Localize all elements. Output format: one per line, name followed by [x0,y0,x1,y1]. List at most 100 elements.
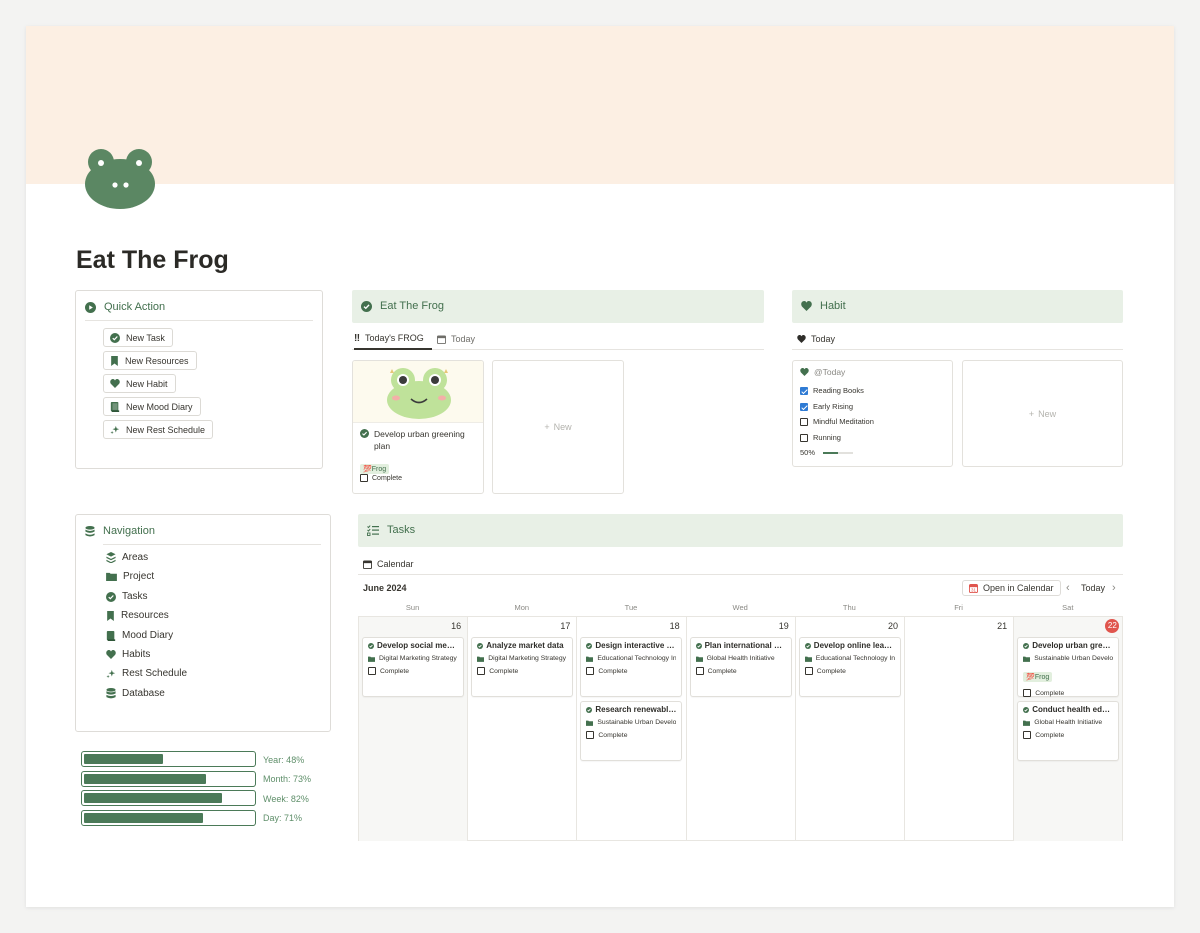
habit-progress-fill [823,451,839,454]
next-week-icon[interactable]: › [1112,582,1116,594]
nav-item-tasks[interactable]: Tasks [106,591,148,602]
tab-habit-today[interactable]: Today [797,328,835,350]
tab-habit-today-label: Today [811,334,836,344]
new-habit-label: New Habit [126,378,168,389]
folder-icon [1023,720,1031,726]
checkbox-checked[interactable] [800,386,808,395]
new-resources-button[interactable]: New Resources [103,351,197,370]
heart-icon [110,379,120,388]
tab-todays-frog[interactable]: ‼ Today's FROG [354,328,432,350]
navigation-title: Navigation [103,525,155,537]
tasks-section-header: Tasks [358,514,1123,547]
complete-checkbox[interactable] [1023,689,1032,697]
calendar-event-card[interactable]: Research renewable energy Sustainable Urb… [580,701,683,761]
open-in-calendar-button[interactable]: 31 Open in Calendar [962,580,1061,596]
calendar-day-cell[interactable]: 21 [905,617,1015,841]
habit-today-card[interactable]: @Today Reading Books Early Rising Mindfu… [792,360,953,467]
calendar-event-card[interactable]: Develop urban greening plan Sustainable U… [1017,637,1120,697]
calendar-event-card[interactable]: Develop social media ad campaign Digital … [362,637,464,697]
event-title: Develop online learning [813,641,895,650]
event-project[interactable]: Sustainable Urban Development [1034,655,1113,662]
new-mood-diary-button[interactable]: New Mood Diary [103,397,201,416]
complete-checkbox[interactable] [368,667,376,675]
folder-icon [695,656,703,662]
calendar-day-cell[interactable]: 17 Analyze market data Digital Marketing S… [468,617,578,841]
tab-calendar[interactable]: Calendar [363,553,414,575]
calendar-day-cell[interactable]: 19 Plan international health Global Health… [687,617,796,841]
frog-card-complete-row: Complete [360,474,402,482]
calendar-event-card[interactable]: Plan international health Global Health I… [689,637,792,697]
nav-item-mood-diary[interactable]: Mood Diary [106,630,173,641]
event-complete-row: Complete [695,667,786,675]
calendar-day-cell[interactable]: 20 Develop online learning Educational Tec… [796,617,905,841]
habit-progress-bar [823,451,854,454]
checkbox[interactable] [800,417,808,426]
heart-icon [797,335,806,343]
new-task-button[interactable]: New Task [103,328,173,347]
nav-label: Database [122,688,165,699]
nav-item-database[interactable]: Database [106,688,165,699]
calendar-event-card[interactable]: Develop online learning Educational Techn… [798,637,901,697]
complete-checkbox[interactable] [1023,731,1032,739]
tab-todays-frog-label: Today's FROG [365,333,424,343]
divider [103,544,321,545]
complete-checkbox[interactable] [586,731,595,739]
book-icon [106,630,116,641]
today-button[interactable]: Today [1081,583,1105,593]
event-project[interactable]: Educational Technology Innovation [597,655,676,662]
event-project[interactable]: Global Health Initiative [707,655,775,662]
frog-page-icon[interactable] [84,148,156,210]
calendar-event-card[interactable]: Design interactive learning Educational T… [580,637,683,697]
nav-item-project[interactable]: Project [106,571,154,582]
weekday-header: Sun [405,603,420,612]
prev-week-icon[interactable]: ‹ [1066,582,1070,594]
heart-icon [800,368,809,376]
frog-new-card[interactable]: + New [492,360,624,494]
complete-checkbox[interactable] [586,667,595,675]
complete-checkbox[interactable] [477,667,486,675]
event-project-row: Digital Marketing Strategy [477,655,567,662]
event-project[interactable]: Sustainable Urban Development [597,719,676,726]
checkbox-checked[interactable] [800,402,808,411]
complete-checkbox[interactable] [804,667,813,675]
nav-item-resources[interactable]: Resources [106,610,169,621]
habit-title-row: Habit [801,300,846,312]
complete-label: Complete [598,667,628,675]
folder-icon [804,656,812,662]
event-project[interactable]: Global Health Initiative [1034,719,1102,726]
week-progress-bar [81,790,256,806]
check-circle-icon [804,642,811,649]
calendar-day-cell[interactable]: 22 Develop urban greening plan Sustainable… [1014,617,1124,841]
check-circle-icon [361,300,372,312]
nav-label: Areas [122,552,149,563]
event-complete-row: Complete [586,667,676,675]
complete-checkbox[interactable] [695,667,704,675]
frog-task-card[interactable]: Develop urban greening plan 💯Frog Comple… [352,360,484,494]
habit-label: Reading Books [813,386,864,395]
calendar-event-card[interactable]: Conduct health education Global Health In… [1017,701,1120,761]
nav-item-habits[interactable]: Habits [106,649,150,660]
frog-section-title: Eat The Frog [380,300,444,312]
nav-item-rest-schedule[interactable]: Rest Schedule [106,668,187,679]
calendar-event-card[interactable]: Analyze market data Digital Marketing Str… [471,637,574,697]
checkbox[interactable] [800,433,808,442]
calendar-day-cell[interactable]: 18 Design interactive learning Educational… [577,617,687,841]
event-project[interactable]: Digital Marketing Strategy [379,655,457,662]
sparkle-icon [110,425,120,434]
event-project[interactable]: Digital Marketing Strategy [488,655,566,662]
new-habit-button[interactable]: New Habit [103,374,176,393]
new-rest-schedule-button[interactable]: New Rest Schedule [103,420,214,439]
calendar-day-cell[interactable]: 16 Develop social media ad campaign Digita… [359,617,469,841]
day-number: 17 [560,621,571,631]
habit-new-card[interactable]: + New [962,360,1123,467]
habit-tab-bar: Today [792,328,1123,350]
tab-today[interactable]: Today [437,328,475,350]
month-progress-fill [84,774,207,784]
event-project[interactable]: Educational Technology Innovation [816,655,895,662]
complete-checkbox[interactable] [360,474,368,482]
folder-icon [586,720,594,726]
quick-action-title: Quick Action [104,301,166,313]
tasks-title: Tasks [387,524,416,536]
nav-item-areas[interactable]: Areas [106,552,148,563]
event-title: Design interactive learning [595,641,676,650]
